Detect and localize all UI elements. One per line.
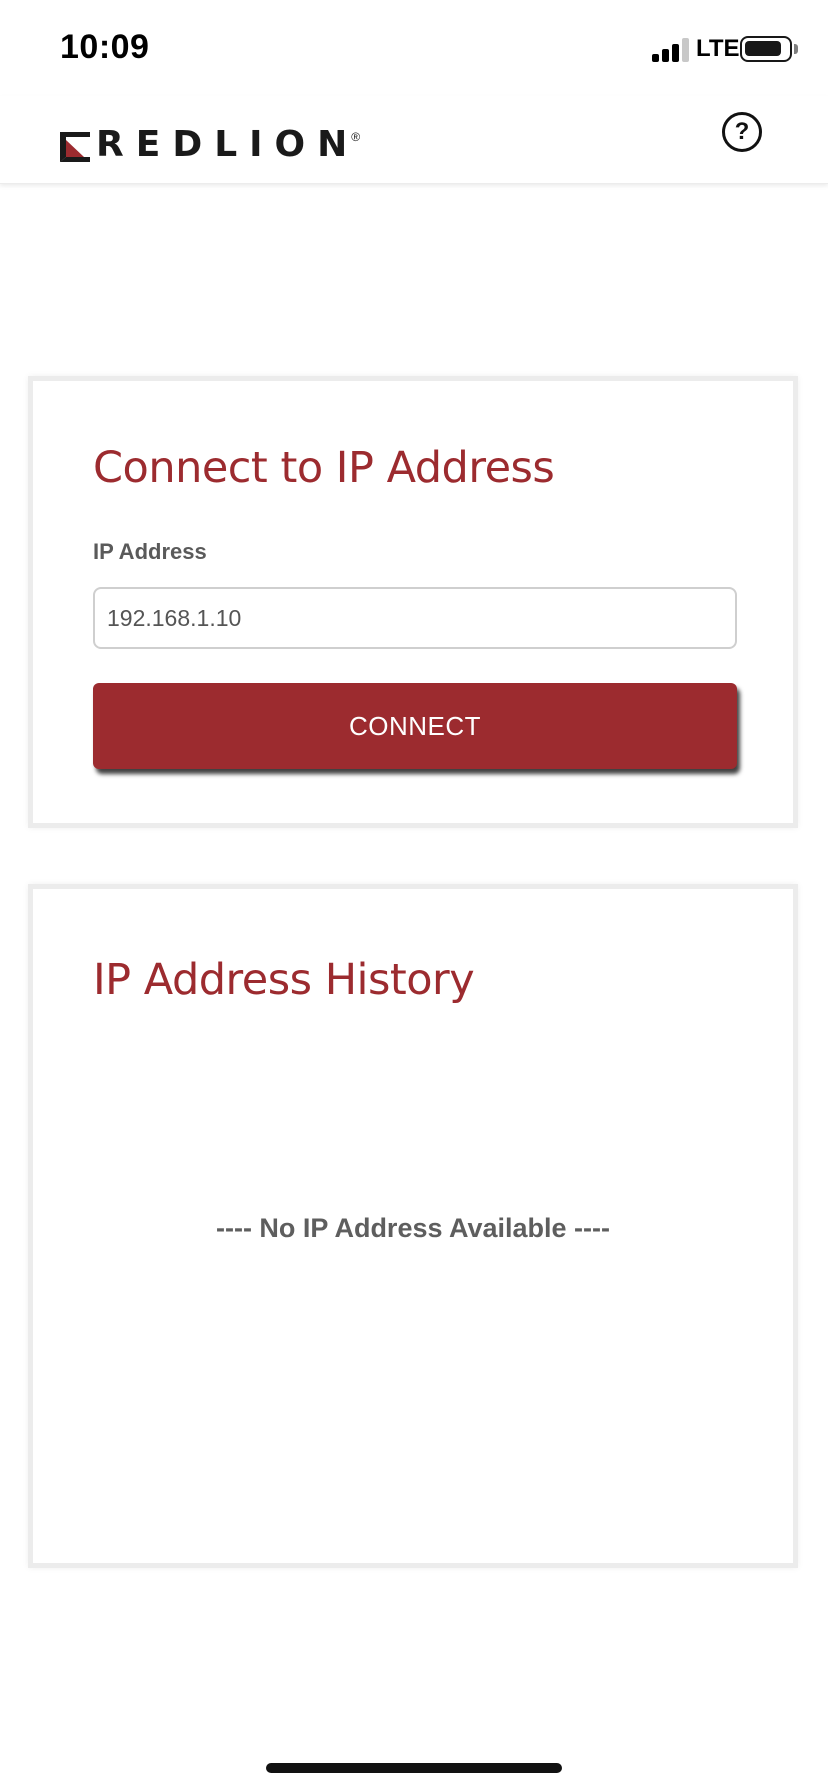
connect-card: Connect to IP Address IP Address CONNECT [28,376,798,828]
history-card: IP Address History ---- No IP Address Av… [28,884,798,1568]
connect-title: Connect to IP Address [93,443,555,493]
help-button[interactable]: ? [722,112,762,152]
status-bar: 10:09 LTE [0,0,828,96]
status-time: 10:09 [60,28,150,66]
logo-registered-mark: ® [351,130,361,144]
home-indicator[interactable] [266,1763,562,1773]
battery-tip [794,44,798,54]
logo-text: REDLION [96,124,360,165]
battery-icon [740,36,792,62]
connect-button[interactable]: CONNECT [93,683,737,769]
network-type: LTE [696,35,740,62]
redlion-logo: REDLION ® [60,118,361,165]
app-header: REDLION ® ? [0,96,828,184]
question-circle-icon: ? [734,118,750,145]
ip-address-input[interactable] [93,587,737,649]
empty-history-message: ---- No IP Address Available ---- [215,1213,611,1243]
redlion-logo-mark-icon [60,132,90,162]
ip-address-label: IP Address [93,539,207,564]
history-title: IP Address History [93,955,475,1005]
cellular-signal-icon [652,38,690,62]
